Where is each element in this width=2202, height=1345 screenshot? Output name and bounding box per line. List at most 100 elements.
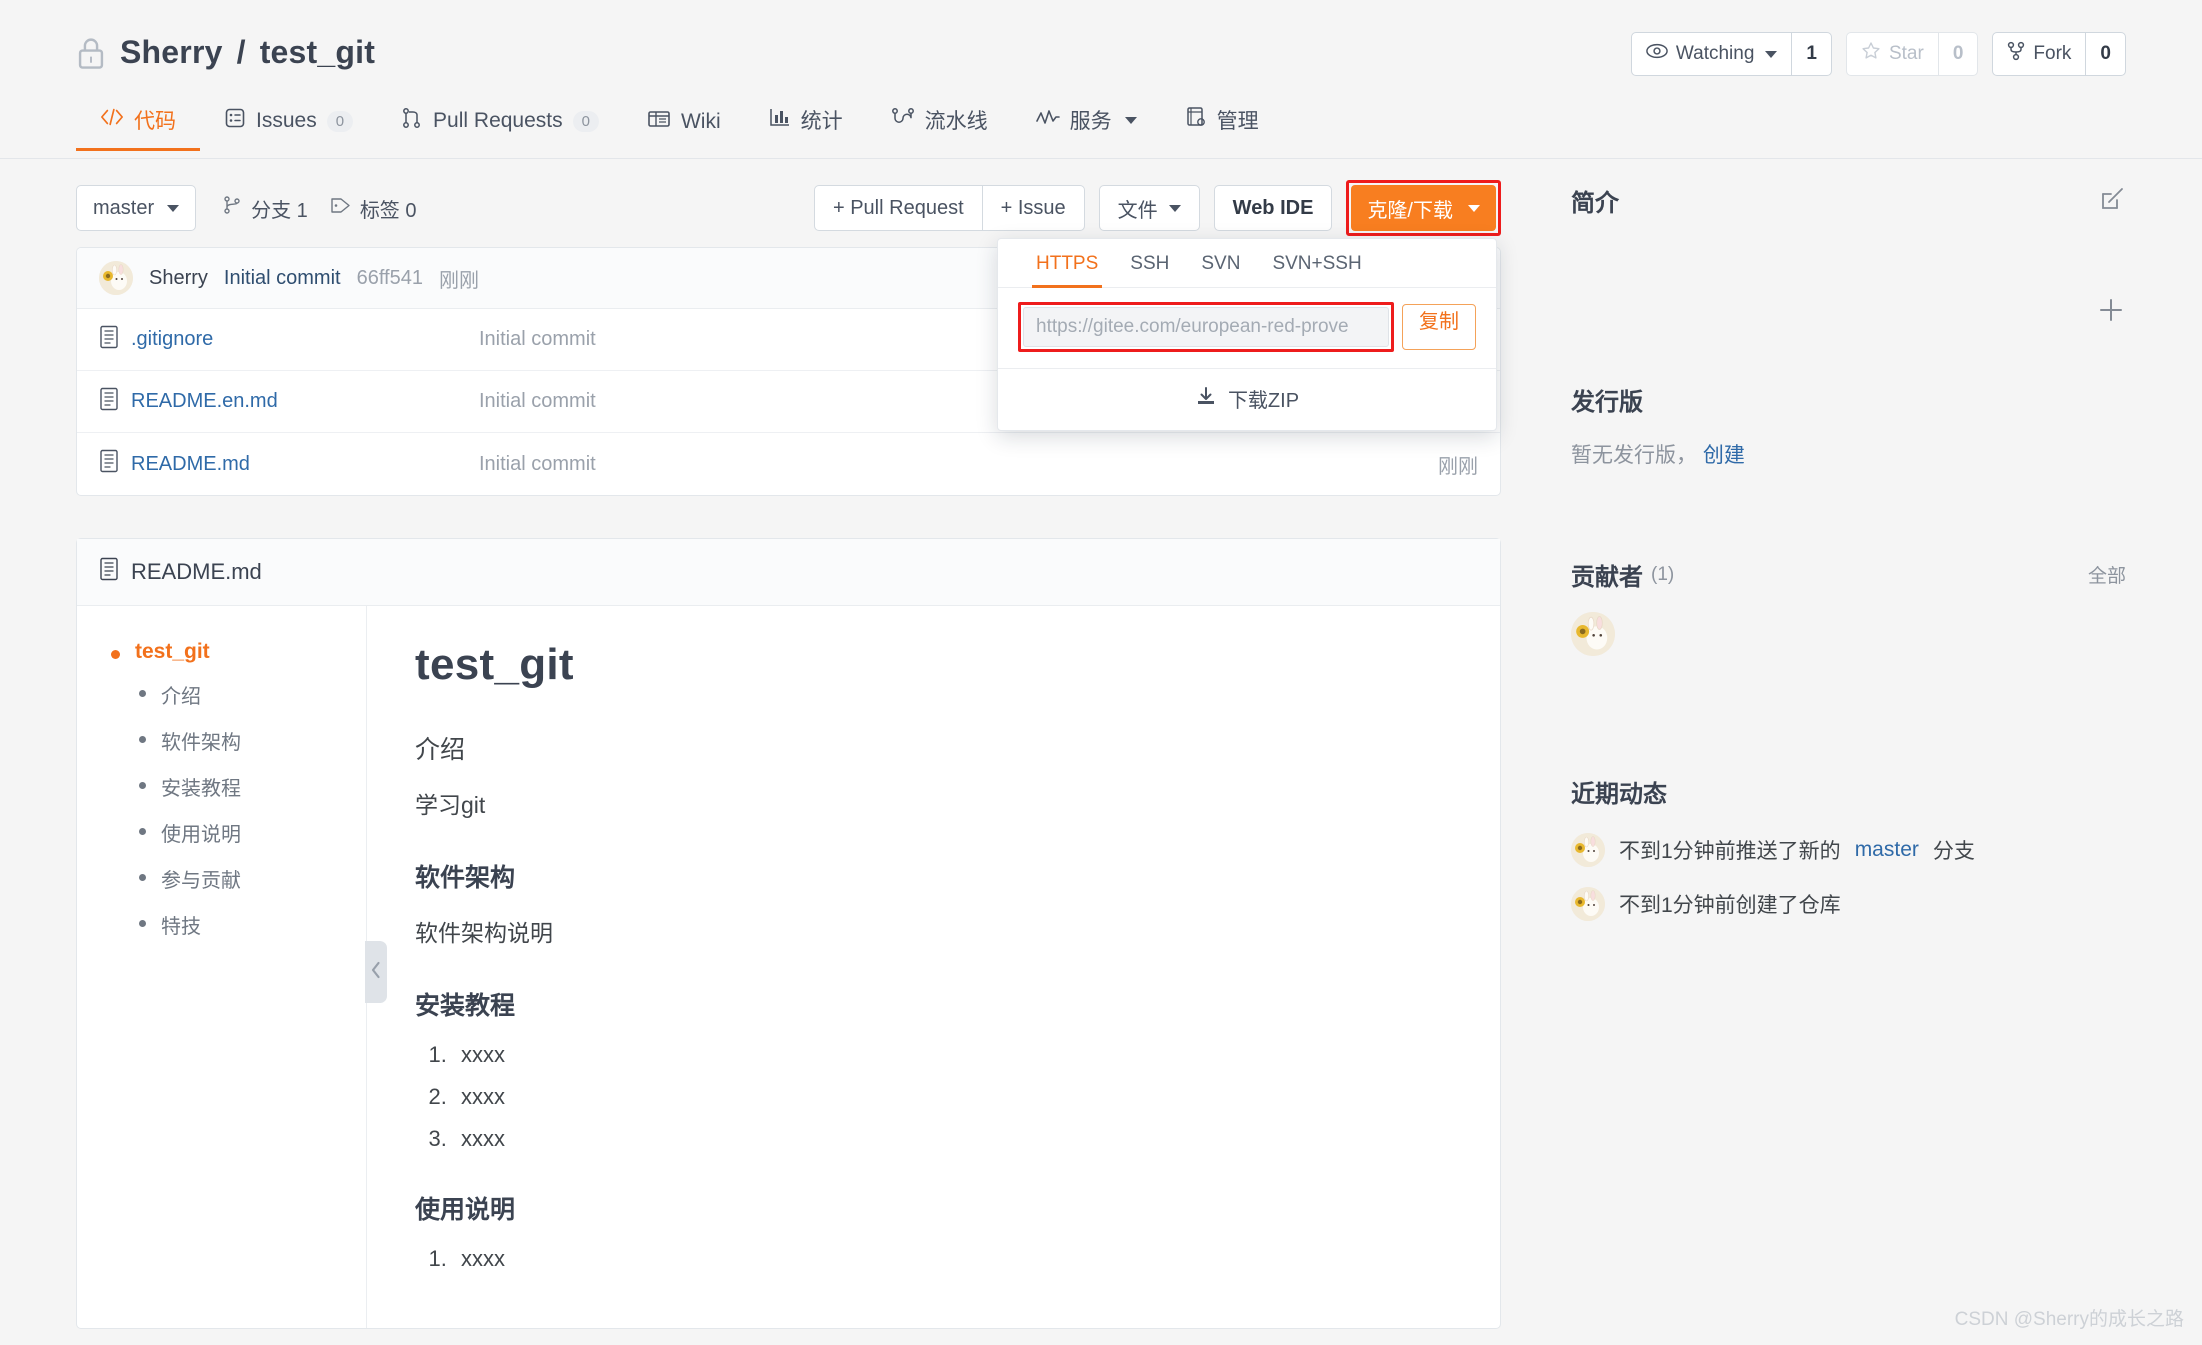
file-name-cell[interactable]: .gitignore (99, 325, 479, 355)
clone-tab-svn[interactable]: SVN (1185, 239, 1256, 287)
create-release-link[interactable]: 创建 (1703, 444, 1745, 467)
tab-pipeline[interactable]: 流水线 (867, 105, 1012, 151)
tab-issues-label: Issues (256, 109, 317, 132)
release-empty-text: 暂无发行版， (1571, 444, 1697, 467)
star-count[interactable]: 0 (1937, 33, 1978, 75)
toc-item-architecture[interactable]: 软件架构 (135, 726, 344, 755)
tab-wiki-label: Wiki (680, 110, 721, 133)
branch-selector[interactable]: master (76, 185, 197, 231)
star-label: Star (1888, 43, 1924, 64)
new-pull-request-button[interactable]: + Pull Request (815, 186, 982, 230)
contributors-all-link[interactable]: 全部 (2088, 561, 2126, 588)
tab-service[interactable]: 服务 (1012, 105, 1161, 151)
tab-wiki[interactable]: Wiki (623, 109, 745, 151)
avatar[interactable] (1571, 612, 1615, 656)
sidebar-intro-title: 简介 (1571, 190, 1619, 217)
fork-button[interactable]: Fork (1993, 33, 2085, 75)
commit-message[interactable]: Initial commit (224, 267, 341, 290)
toc-item-usage[interactable]: 使用说明 (135, 818, 344, 847)
download-zip-label: 下载ZIP (1227, 390, 1300, 412)
repo-owner[interactable]: Sherry (120, 34, 223, 71)
tab-issues-badge: 0 (326, 110, 354, 132)
chevron-down-icon (1168, 204, 1181, 212)
file-name-cell[interactable]: README.en.md (99, 387, 479, 417)
clone-tab-ssh[interactable]: SSH (1114, 239, 1185, 287)
contributor-avatars (1571, 612, 2126, 656)
watch-count[interactable]: 1 (1791, 33, 1831, 75)
table-row[interactable]: README.md Initial commit 刚刚 (77, 433, 1500, 495)
branches-link[interactable]: 分支 1 (222, 194, 308, 223)
clone-download-button[interactable]: 克隆/下载 (1351, 185, 1496, 231)
clone-highlight-box: 克隆/下载 (1346, 180, 1501, 236)
download-zip-button[interactable]: 下载ZIP (998, 368, 1496, 430)
star-button[interactable]: Star (1847, 33, 1938, 75)
stats-icon (769, 107, 791, 133)
chevron-down-icon (1765, 50, 1778, 58)
tab-issues[interactable]: Issues 0 (200, 107, 377, 151)
tab-pull-requests[interactable]: Pull Requests 0 (377, 107, 623, 151)
activity-branch-link[interactable]: master (1855, 838, 1919, 862)
tag-icon (330, 196, 351, 221)
clone-url-row: 复制 (998, 288, 1496, 368)
repo-sidebar: 简介 发行版 暂无发行版， 创建 贡献者 (1) 全部 近期动态 不到1分钟前推… (1501, 183, 2126, 1329)
sidebar-contributors-header: 贡献者 (1) 全部 (1571, 557, 2126, 592)
avatar (99, 261, 133, 295)
edit-icon[interactable] (2100, 185, 2126, 217)
web-ide-button[interactable]: Web IDE (1213, 185, 1333, 231)
branch-icon (222, 195, 242, 221)
files-dropdown-button[interactable]: 文件 (1098, 185, 1200, 231)
toc-item-tricks[interactable]: 特技 (135, 910, 344, 939)
watch-button[interactable]: Watching (1632, 33, 1791, 75)
new-issue-button[interactable]: + Issue (981, 186, 1084, 230)
avatar[interactable] (1571, 887, 1605, 921)
repo-name[interactable]: test_git (260, 34, 375, 71)
branch-selector-label: master (93, 196, 155, 219)
tab-service-label: 服务 (1069, 110, 1112, 133)
star-button-group[interactable]: Star 0 (1845, 32, 1979, 76)
chevron-down-icon (167, 204, 180, 212)
add-topic-button[interactable] (2096, 295, 2126, 331)
tags-link[interactable]: 标签 0 (330, 194, 417, 223)
tab-stats[interactable]: 统计 (745, 105, 867, 151)
repo-content-column: master 分支 1 标签 0 + Pull Request + Issue … (76, 180, 1501, 1329)
readme-filename: README.md (131, 559, 262, 584)
chevron-down-icon (1124, 116, 1137, 124)
sidebar-activity-header: 近期动态 (1571, 774, 2126, 809)
toc-root-item[interactable]: test_git 介绍 软件架构 安装教程 使用说明 参与贡献 特技 (103, 640, 344, 939)
sidebar-intro-header: 简介 (1571, 183, 2126, 218)
sidebar-release-header: 发行版 (1571, 382, 2126, 417)
clone-tab-svn-ssh[interactable]: SVN+SSH (1256, 239, 1377, 287)
download-icon (1195, 386, 1217, 412)
toc-item-install[interactable]: 安装教程 (135, 772, 344, 801)
fork-button-group[interactable]: Fork 0 (1992, 32, 2126, 76)
commit-sha[interactable]: 66ff541 (357, 267, 423, 290)
avatar[interactable] (1571, 833, 1605, 867)
file-name-cell[interactable]: README.md (99, 449, 479, 479)
tab-manage[interactable]: 管理 (1161, 105, 1283, 151)
contributors-count: (1) (1651, 563, 1675, 585)
chevron-left-icon (370, 961, 382, 984)
clone-tab-https[interactable]: HTTPS (1020, 239, 1114, 288)
list-item: xxxx (453, 1084, 1440, 1110)
file-commit-message: Initial commit (479, 452, 596, 475)
commit-author[interactable]: Sherry (149, 267, 208, 290)
files-dropdown-label: 文件 (1117, 199, 1158, 222)
star-icon (1861, 41, 1881, 67)
copy-url-button[interactable]: 复制 (1402, 304, 1476, 350)
tab-code-label: 代码 (134, 110, 176, 133)
main-content: master 分支 1 标签 0 + Pull Request + Issue … (76, 151, 2126, 1329)
toc-item-contribute[interactable]: 参与贡献 (135, 864, 344, 893)
file-commit-time: 刚刚 (1438, 455, 1478, 478)
fork-count[interactable]: 0 (2085, 33, 2125, 75)
readme-list-install: xxxx xxxx xxxx (453, 1042, 1440, 1152)
clone-url-input[interactable] (1023, 307, 1389, 347)
clone-protocol-tabs: HTTPS SSH SVN SVN+SSH (998, 239, 1496, 288)
clone-dropdown-panel: HTTPS SSH SVN SVN+SSH 复制 (997, 238, 1497, 431)
commit-time: 刚刚 (438, 269, 479, 292)
toc-item-intro[interactable]: 介绍 (135, 680, 344, 709)
repo-title-separator: / (236, 34, 246, 70)
watch-button-group[interactable]: Watching 1 (1630, 32, 1832, 76)
file-name-label: .gitignore (131, 328, 214, 350)
tab-code[interactable]: 代码 (76, 105, 200, 151)
toc-collapse-handle[interactable] (365, 941, 387, 1003)
